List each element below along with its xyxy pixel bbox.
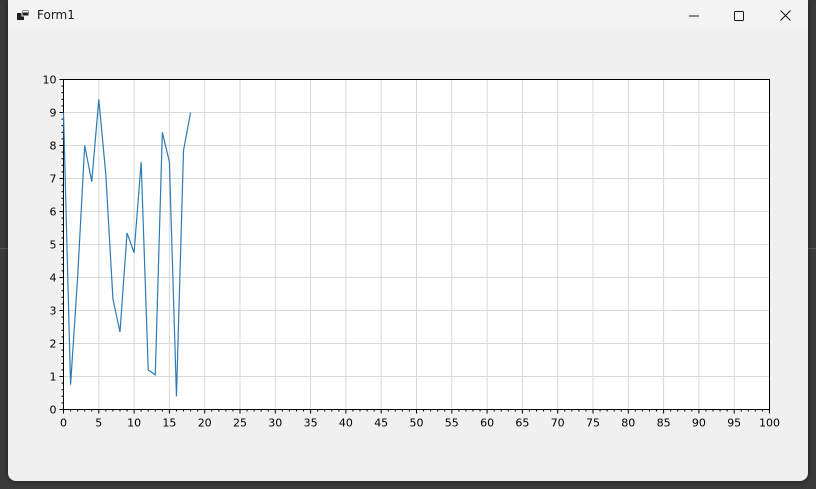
maximize-icon — [734, 10, 744, 21]
y-tick-label: 9 — [50, 107, 57, 120]
x-tick-label: 75 — [586, 417, 600, 430]
x-tick-label: 0 — [60, 417, 67, 430]
x-tick-label: 70 — [551, 417, 565, 430]
x-tick-label: 10 — [127, 417, 141, 430]
x-tick-label: 100 — [759, 417, 780, 430]
close-button[interactable] — [762, 0, 808, 31]
y-tick-label: 3 — [50, 305, 57, 318]
x-tick-label: 55 — [445, 417, 459, 430]
x-tick-label: 35 — [304, 417, 318, 430]
y-tick-label: 4 — [50, 272, 57, 285]
x-tick-label: 15 — [162, 417, 176, 430]
x-tick-label: 80 — [621, 417, 635, 430]
y-tick-label: 1 — [50, 371, 57, 384]
y-tick-label: 7 — [50, 173, 57, 186]
y-tick-label: 2 — [50, 338, 57, 351]
line-chart: 0 5 10 15 20 25 30 35 40 45 50 55 60 65 70 75 80 85 90 95 10… — [43, 74, 781, 430]
x-tick-label: 60 — [480, 417, 494, 430]
window-title: Form1 — [37, 8, 75, 22]
y-tick-label: 0 — [50, 404, 57, 417]
y-tick-label: 5 — [50, 239, 57, 252]
y-tick-label: 10 — [43, 74, 57, 87]
x-tick-label: 95 — [727, 417, 741, 430]
x-tick-label: 5 — [95, 417, 102, 430]
chart-control: 0 5 10 15 20 25 30 35 40 45 50 55 60 65 70 75 80 85 90 95 10… — [8, 31, 808, 481]
x-tick-label: 65 — [515, 417, 529, 430]
x-tick-label: 20 — [198, 417, 212, 430]
x-tick-label: 30 — [268, 417, 282, 430]
x-tick-label: 90 — [692, 417, 706, 430]
y-tick-label: 6 — [50, 206, 57, 219]
maximize-button[interactable] — [716, 0, 762, 31]
close-icon — [779, 10, 791, 21]
minimize-icon — [689, 15, 699, 16]
x-tick-label: 40 — [339, 417, 353, 430]
x-tick-label: 25 — [233, 417, 247, 430]
x-tick-label: 85 — [657, 417, 671, 430]
x-tick-label: 50 — [410, 417, 424, 430]
winforms-app-icon — [17, 9, 30, 20]
form-window: Form1 0 5 10 15 20 25 30 35 40 45 50 55 60 65 70 75 80 85… — [8, 0, 808, 481]
title-bar[interactable]: Form1 — [8, 0, 808, 31]
minimize-button[interactable] — [671, 0, 717, 31]
y-tick-label: 8 — [50, 140, 57, 153]
x-tick-label: 45 — [374, 417, 388, 430]
